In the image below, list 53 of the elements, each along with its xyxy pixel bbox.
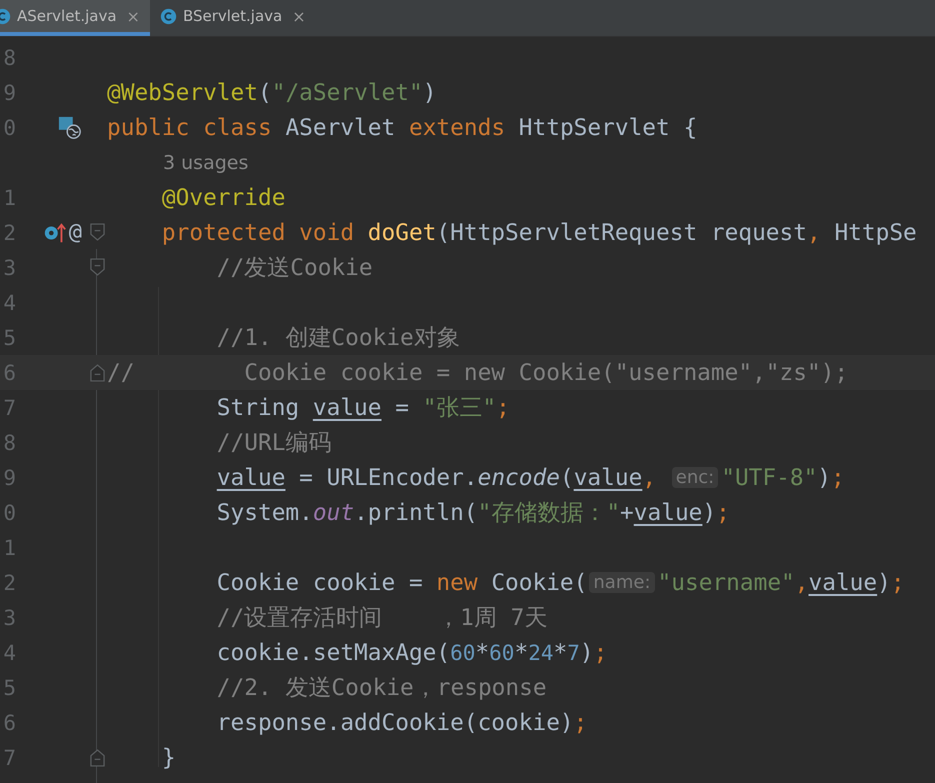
fold-icon[interactable]: [90, 363, 105, 382]
code-text: "username",value);: [658, 570, 905, 596]
code-text: // Cookie cookie = new Cookie("username","zs");: [107, 360, 848, 386]
globe-icon[interactable]: [58, 116, 82, 140]
override-icon[interactable]: [42, 220, 67, 244]
line-number: 1: [2, 186, 16, 210]
code-text: System.out.println("存储数据："+value);: [216, 499, 730, 528]
line-number: 4: [2, 290, 16, 314]
line-number: 5: [2, 326, 16, 350]
line-number: 1: [2, 536, 16, 560]
line-number: 9: [2, 80, 16, 104]
line-number: 9: [2, 466, 16, 490]
code-text: protected void doGet(HttpServletRequest request, HttpSe: [160, 220, 917, 246]
line-number: 4: [2, 640, 16, 664]
editor-tab[interactable]: BServlet.java ×: [150, 0, 316, 36]
code-text: //1. 创建Cookie对象: [216, 324, 460, 353]
line-number: 0: [2, 500, 16, 524]
code-text: //URL编码: [216, 429, 332, 458]
code-text: @Override: [160, 184, 286, 210]
code-text: Cookie cookie = new Cookie(: [216, 570, 588, 596]
line-number: 3: [2, 606, 16, 630]
close-icon[interactable]: ×: [292, 6, 306, 26]
code-text: cookie.setMaxAge(60*60*24*7);: [216, 640, 608, 666]
code-text: //2. 发送Cookie，response: [216, 674, 547, 703]
line-number: 7: [2, 396, 16, 420]
code-text: String value = "张三";: [216, 394, 510, 423]
line-number: 8: [2, 430, 16, 454]
line-number: 3: [2, 256, 16, 280]
line-number: 8: [2, 46, 16, 70]
close-icon[interactable]: ×: [126, 6, 140, 26]
line-number: 6: [2, 710, 16, 734]
code-text: value = URLEncoder.encode(value,: [216, 464, 658, 490]
parameter-hint: name:: [589, 572, 655, 593]
code-text: //设置存活时间 ，1周 7天: [216, 604, 548, 633]
line-number: 2: [2, 570, 16, 594]
fold-icon[interactable]: [90, 748, 105, 767]
code-text: //发送Cookie: [216, 254, 373, 283]
usages-hint[interactable]: 3 usages: [163, 152, 248, 174]
line-number: 2: [2, 220, 16, 244]
fold-icon[interactable]: [90, 223, 105, 242]
code-text: "UTF-8");: [721, 464, 845, 490]
parameter-hint: enc:: [672, 467, 718, 488]
line-number: 0: [2, 116, 16, 140]
code-text: }: [160, 744, 176, 770]
code-text: response.addCookie(cookie);: [216, 710, 588, 736]
annotation-mark[interactable]: @: [68, 220, 82, 245]
editor-tab[interactable]: AServlet.java ×: [0, 0, 150, 36]
line-number: 7: [2, 746, 16, 770]
code-text: @WebServlet("/aServlet"): [107, 80, 436, 106]
code-text: public class AServlet extends HttpServlet {: [107, 114, 698, 140]
line-number: 5: [2, 676, 16, 700]
class-icon: [160, 8, 177, 24]
fold-icon[interactable]: [90, 258, 105, 277]
